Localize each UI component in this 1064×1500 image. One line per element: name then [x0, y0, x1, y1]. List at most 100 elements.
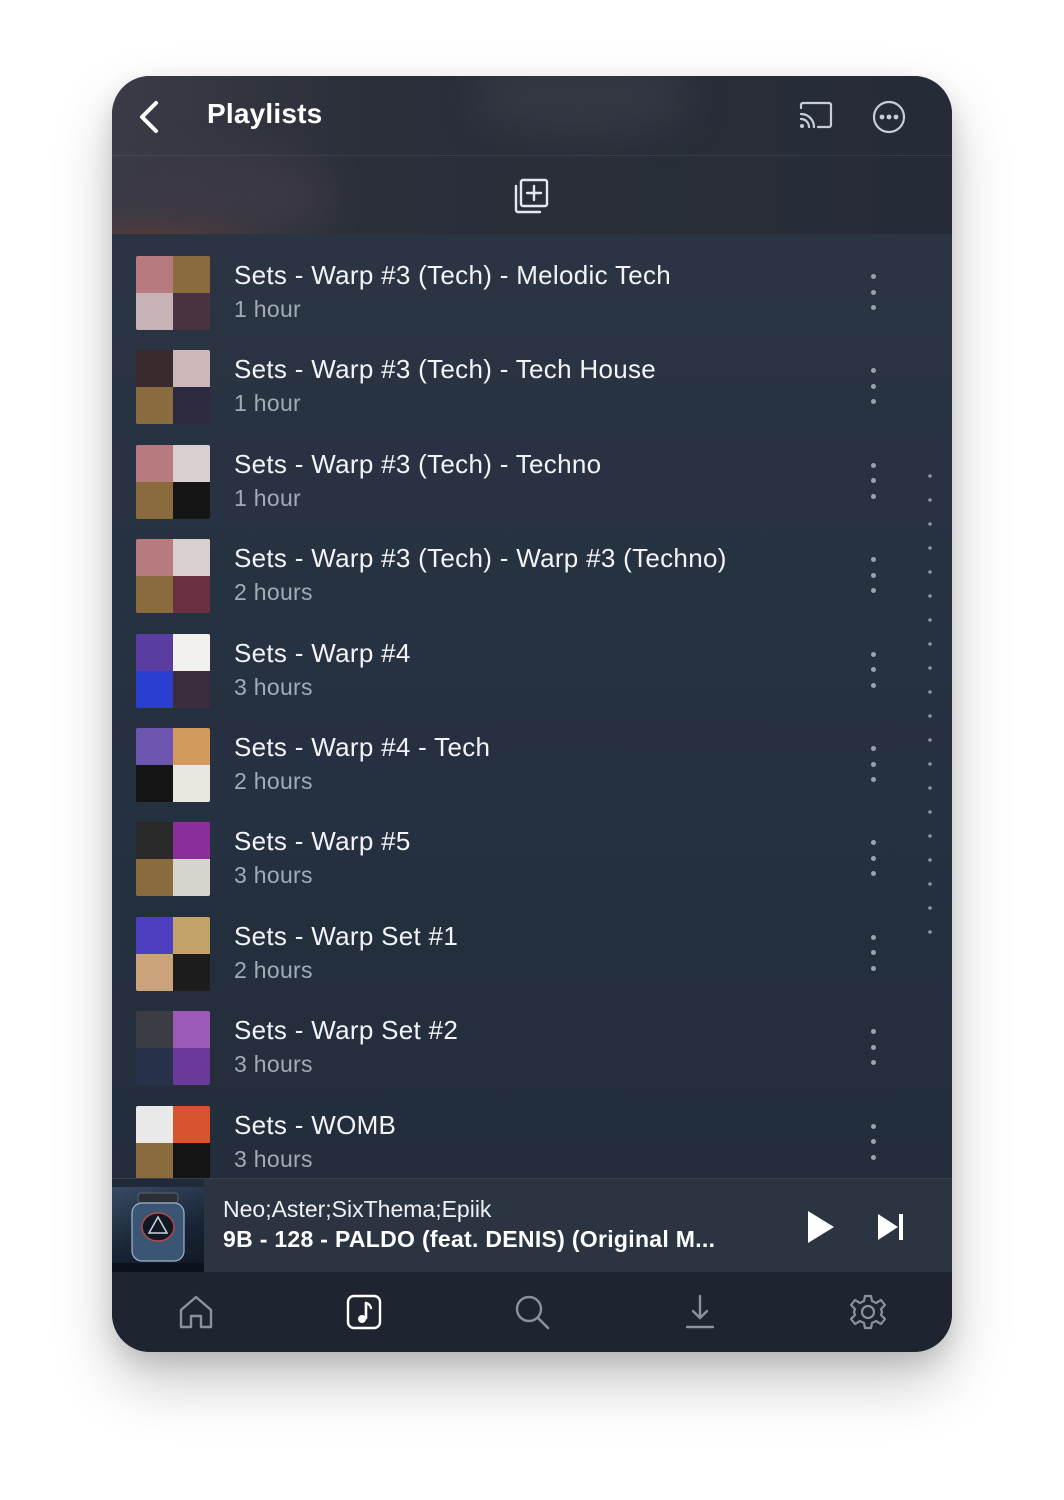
playlist-row[interactable]: Sets - Warp #5 3 hours — [112, 800, 952, 897]
more-vertical-icon-dot — [870, 588, 876, 594]
playlist-artwork — [136, 1011, 210, 1086]
more-vertical-icon-dot — [870, 934, 876, 940]
playlist-artwork — [136, 916, 210, 991]
more-vertical-icon-dot — [870, 305, 876, 310]
playlist-menu-button[interactable] — [862, 1029, 884, 1066]
playlist-menu-button[interactable] — [862, 934, 884, 971]
playlist-row[interactable]: Sets - Warp #4 3 hours — [112, 612, 952, 708]
playlist-row[interactable]: Sets - Warp Set #2 3 hours — [112, 989, 952, 1086]
more-vertical-icon-dot — [870, 274, 876, 279]
play-icon — [808, 1211, 834, 1243]
playlist-row[interactable]: Sets - Warp #4 - Tech 2 hours — [112, 706, 952, 802]
playlist-duration: 2 hours — [234, 768, 313, 794]
playlist-list[interactable]: Sets - WOMB 3 hours Sets - Warp Set #2 3 ho… — [112, 234, 952, 1178]
tab-downloads[interactable] — [676, 1288, 724, 1336]
play-button[interactable] — [802, 1207, 838, 1247]
playlist-artwork — [136, 256, 210, 330]
scroll-index-indicator[interactable] — [928, 474, 932, 934]
playlist-row[interactable]: Sets - Warp #3 (Tech) - Melodic Tech 1 ho… — [112, 234, 952, 330]
playlist-artwork — [136, 444, 210, 519]
playlist-title: Sets - Warp #3 (Tech) - Tech House — [234, 354, 657, 385]
more-vertical-icon-dot — [870, 840, 876, 846]
header: Playlists — [112, 76, 952, 286]
add-playlist-button[interactable] — [512, 176, 552, 216]
playlist-row[interactable]: Sets - Warp #3 (Tech) - Tech House 1 hour — [112, 328, 952, 425]
playlist-duration: 3 hours — [234, 1051, 313, 1078]
more-vertical-icon-dot — [870, 682, 876, 688]
more-vertical-icon-dot — [870, 855, 876, 861]
more-vertical-icon-dot — [870, 1029, 876, 1035]
search-icon — [515, 1295, 550, 1330]
playlist-menu-button[interactable] — [862, 462, 884, 499]
back-button[interactable] — [132, 98, 166, 136]
playlist-menu-button[interactable] — [862, 840, 884, 877]
tab-settings[interactable] — [844, 1288, 892, 1336]
cast-button[interactable] — [798, 100, 834, 132]
playlist-title: Sets - Warp #3 (Tech) - Melodic Tech — [234, 260, 672, 290]
playlist-row[interactable]: Sets - WOMB 3 hours — [112, 1084, 952, 1178]
playlist-title: Sets - WOMB — [234, 1109, 397, 1140]
playlist-duration: 1 hour — [234, 390, 302, 417]
more-vertical-icon-dot — [870, 871, 876, 877]
more-horizontal-icon — [872, 100, 906, 134]
playlist-menu-button[interactable] — [862, 557, 884, 594]
more-vertical-icon-dot — [870, 950, 876, 956]
more-vertical-icon-dot — [870, 1154, 876, 1160]
gear-icon — [849, 1294, 887, 1330]
app-window: Playlists Sets - WOMB 3 hours Sets - War… — [112, 76, 952, 1352]
playlist-duration: 1 hour — [234, 484, 302, 511]
more-vertical-icon-dot — [870, 1044, 876, 1050]
playlist-title: Sets - Warp Set #1 — [234, 920, 459, 951]
more-vertical-icon-dot — [870, 557, 876, 563]
more-vertical-icon-dot — [870, 478, 876, 484]
playlist-duration: 3 hours — [234, 673, 313, 700]
playlist-title: Sets - Warp #4 - Tech — [234, 732, 491, 762]
tab-search[interactable] — [508, 1288, 556, 1336]
playlist-title: Sets - Warp #3 (Tech) - Warp #3 (Techno) — [234, 543, 727, 574]
tab-music[interactable] — [340, 1288, 388, 1336]
playlist-duration: 3 hours — [234, 1145, 313, 1172]
playlist-menu-button[interactable] — [862, 651, 884, 688]
playlist-artwork — [136, 539, 210, 614]
playlist-artwork — [136, 1105, 210, 1178]
playlist-row[interactable]: Sets - Warp #3 (Tech) - Techno 1 hour — [112, 423, 952, 519]
tab-bar — [112, 1272, 952, 1352]
more-options-button[interactable] — [872, 100, 906, 134]
more-vertical-icon-dot — [870, 761, 876, 767]
music-note-icon — [346, 1294, 382, 1330]
more-vertical-icon-dot — [870, 1060, 876, 1066]
now-playing-artist: Neo;Aster;SixThema;Epiik — [223, 1196, 492, 1222]
playlist-artwork — [136, 822, 210, 897]
playlist-duration: 1 hour — [234, 296, 302, 322]
more-vertical-icon-dot — [870, 777, 876, 782]
playlist-menu-button[interactable] — [862, 368, 884, 405]
more-vertical-icon-dot — [870, 746, 876, 751]
more-vertical-icon-dot — [870, 493, 876, 499]
download-icon — [685, 1294, 715, 1329]
playlist-menu-button[interactable] — [862, 274, 884, 310]
tab-home[interactable] — [172, 1288, 220, 1336]
more-vertical-icon-dot — [870, 289, 876, 295]
playlist-duration: 3 hours — [234, 862, 313, 889]
more-vertical-icon-dot — [870, 667, 876, 673]
more-vertical-icon-dot — [870, 651, 876, 657]
playlist-title: Sets - Warp Set #2 — [234, 1015, 459, 1046]
now-playing-title: 9B - 128 - PALDO (feat. DENIS) (Original… — [223, 1226, 716, 1252]
playlist-menu-button[interactable] — [862, 746, 884, 782]
more-vertical-icon-dot — [870, 462, 876, 468]
more-vertical-icon-dot — [870, 383, 876, 389]
home-icon — [179, 1295, 213, 1329]
more-vertical-icon-dot — [870, 368, 876, 374]
playlist-artwork — [136, 633, 210, 708]
playlist-menu-button[interactable] — [862, 1123, 884, 1160]
more-vertical-icon-dot — [870, 399, 876, 405]
cast-icon — [799, 101, 833, 129]
add-to-playlist-icon — [514, 178, 549, 214]
skip-next-button[interactable] — [874, 1209, 908, 1245]
playlist-title: Sets - Warp #3 (Tech) - Techno — [234, 448, 602, 479]
playlist-row[interactable]: Sets - Warp Set #1 2 hours — [112, 895, 952, 991]
mini-player[interactable]: Neo;Aster;SixThema;Epiik 9B - 128 - PALD… — [112, 1178, 952, 1273]
more-vertical-icon-dot — [870, 1139, 876, 1145]
playlist-row[interactable]: Sets - Warp #3 (Tech) - Warp #3 (Techno)… — [112, 517, 952, 614]
skip-next-icon — [878, 1214, 903, 1240]
